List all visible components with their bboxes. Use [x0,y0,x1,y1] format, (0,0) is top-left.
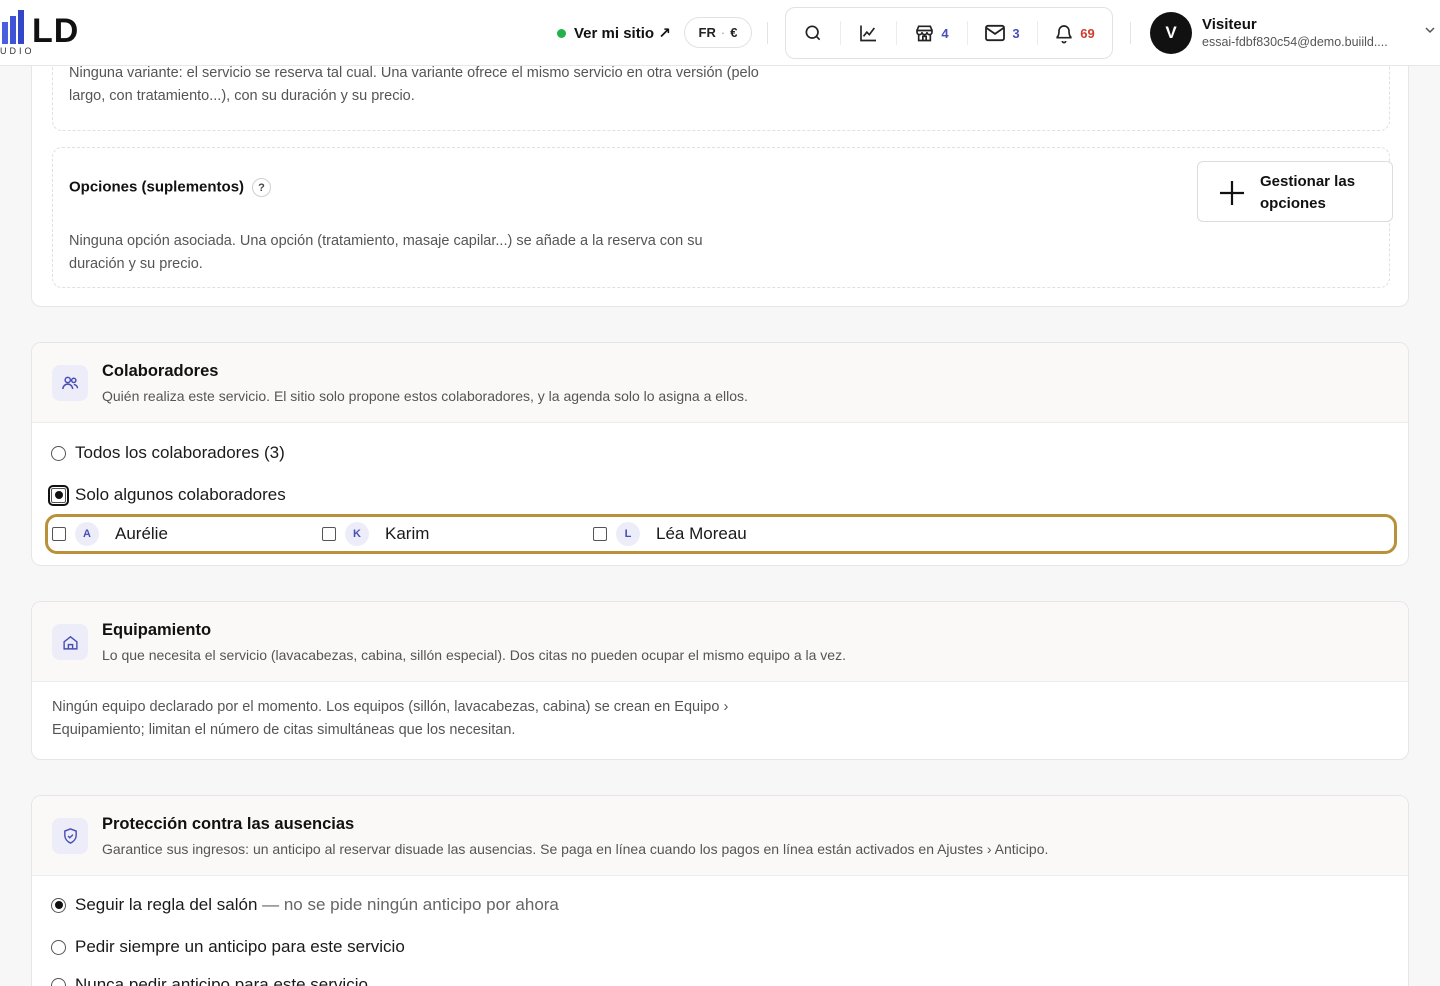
users-icon [62,376,79,390]
collaborator-lea-moreau[interactable]: L Léa Moreau [593,522,747,546]
store-count: 4 [941,25,949,41]
language-label: FR [698,25,716,40]
collaborator-name: Aurélie [115,524,168,543]
mail-icon [985,24,1006,42]
user-name: Visiteur [1202,16,1257,33]
radio-salon-rule-label: Seguir la regla del salón [75,895,258,914]
checkbox[interactable] [52,527,66,541]
chevron-down-icon [1425,27,1435,34]
radio-some-collaborators[interactable]: Solo algunos colaboradores [48,484,286,506]
view-site-label: Ver mi sitio ↗ [574,25,671,42]
toolbar: 4 3 69 [785,7,1113,59]
collaborators-title: Colaboradores [102,362,219,380]
logo[interactable]: LD UDIO [0,8,100,58]
protection-description: Garantice sus ingresos: un anticipo al r… [102,841,1049,857]
radio-always-label: Pedir siempre un anticipo para este serv… [75,937,405,956]
divider [1130,22,1131,44]
logo-text: LD [32,12,80,50]
stats-button[interactable] [840,7,896,59]
service-variants-options-card: Ninguna variante: el servicio se reserva… [31,30,1409,307]
separator-dot: · [720,25,726,40]
avatar: L [616,522,640,546]
equipment-icon-box [52,624,88,660]
collaborators-icon-box [52,365,88,401]
equipment-header: Equipamiento Lo que necesita el servicio… [32,602,1408,682]
protection-header: Protección contra las ausencias Garantic… [32,796,1408,876]
no-show-protection-card: Protección contra las ausencias Garantic… [31,795,1409,986]
top-bar: LD UDIO Ver mi sitio ↗ FR · € 4 3 69 V V… [0,0,1440,66]
notifications-button[interactable]: 69 [1037,7,1112,59]
avatar: K [345,522,369,546]
radio-all-label: Todos los colaboradores (3) [75,443,285,462]
messages-count: 3 [1012,25,1020,41]
collaborators-header: Colaboradores Quién realiza este servici… [32,343,1408,423]
shield-check-icon [63,828,77,844]
checkbox[interactable] [593,527,607,541]
search-icon [805,25,821,41]
radio-always-deposit[interactable]: Pedir siempre un anticipo para este serv… [51,937,405,957]
equipment-title: Equipamiento [102,621,212,639]
options-title-row: Opciones (suplementos)? [69,178,272,197]
bell-icon [1056,24,1073,43]
radio-salon-rule-hint: — no se pide ningún anticipo por ahora [257,895,559,914]
equipment-empty-text: Ningún equipo declarado por el momento. … [52,699,729,738]
radio-all-collaborators[interactable]: Todos los colaboradores (3) [51,443,285,463]
chart-icon [859,25,876,42]
search-button[interactable] [786,7,840,59]
currency-label: € [730,25,738,40]
collaborator-picker: A Aurélie K Karim L Léa Moreau [45,514,1397,554]
radio-button[interactable] [51,939,66,955]
logo-bars-icon [2,10,24,44]
notifications-count: 69 [1080,25,1095,41]
radio-button-selected[interactable] [51,897,66,913]
radio-button[interactable] [51,977,66,986]
manage-options-label: Gestionar las opciones [1260,173,1356,212]
radio-never-label: Nunca pedir anticipo para este servicio [75,975,368,986]
equipment-card: Equipamiento Lo que necesita el servicio… [31,601,1409,760]
radio-some-label: Solo algunos colaboradores [75,485,286,504]
store-button[interactable]: 4 [896,7,967,59]
radio-never-deposit[interactable]: Nunca pedir anticipo para este servicio [51,975,368,986]
radio-salon-rule[interactable]: Seguir la regla del salón — no se pide n… [51,895,559,915]
collaborator-karim[interactable]: K Karim [322,522,430,546]
user-menu[interactable]: V Visiteur essai-fdbf830c54@demo.buiild.… [1150,12,1440,54]
options-empty-text: Ninguna opción asociada. Una opción (tra… [69,233,703,272]
protection-title: Protección contra las ausencias [102,815,355,833]
language-currency-selector[interactable]: FR · € [684,17,752,48]
collaborator-name: Léa Moreau [656,524,747,543]
store-icon [916,25,934,42]
checkbox[interactable] [322,527,336,541]
manage-options-button[interactable]: Gestionar las opciones [1197,161,1393,222]
help-icon[interactable]: ? [252,178,272,197]
messages-button[interactable]: 3 [967,7,1037,59]
options-title: Opciones (suplementos) [69,178,245,196]
divider [767,22,768,44]
collaborator-name: Karim [385,524,430,543]
online-status-dot [557,28,566,38]
view-site-link[interactable]: Ver mi sitio ↗ [557,20,671,46]
avatar: A [75,522,99,546]
equipment-description: Lo que necesita el servicio (lavacabezas… [102,647,846,663]
options-box: Opciones (suplementos)? Ninguna opción a… [52,147,1393,288]
plus-icon [1220,181,1244,205]
collaborators-card: Colaboradores Quién realiza este servici… [31,342,1409,566]
avatar: V [1150,12,1192,54]
logo-subtext: UDIO [0,46,35,56]
home-icon [62,635,78,650]
protection-icon-box [52,818,88,854]
variants-empty-text: Ninguna variante: el servicio se reserva… [69,65,759,104]
collaborator-aurelie[interactable]: A Aurélie [52,522,168,546]
radio-button-selected[interactable] [48,484,69,506]
radio-button[interactable] [51,445,66,461]
user-email: essai-fdbf830c54@demo.buiild.... [1202,35,1388,49]
collaborators-description: Quién realiza este servicio. El sitio so… [102,388,748,404]
